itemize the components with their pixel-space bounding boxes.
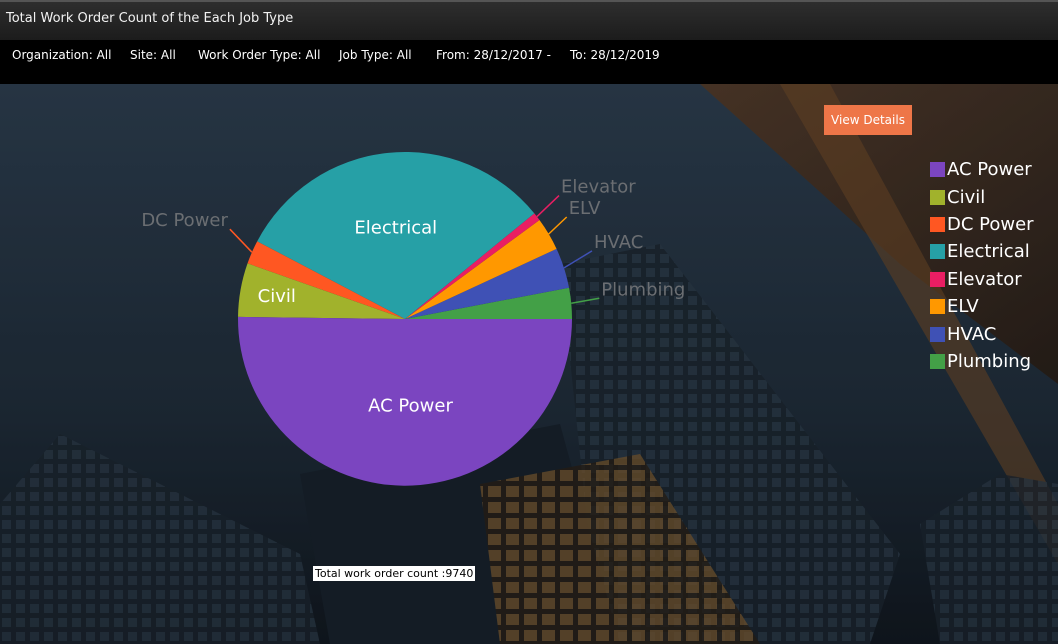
legend-item-dc-power[interactable]: DC Power xyxy=(930,211,1034,238)
slice-label-civil: Civil xyxy=(258,286,296,307)
legend-swatch xyxy=(930,162,945,178)
leader-line-hvac xyxy=(563,250,593,269)
slice-label-ac-power: AC Power xyxy=(368,396,453,417)
legend-item-hvac[interactable]: HVAC xyxy=(930,320,1034,347)
legend-item-elv[interactable]: ELV xyxy=(930,293,1034,320)
legend-swatch xyxy=(930,271,945,287)
slice-label-elv: ELV xyxy=(569,198,601,219)
slice-label-dc-power: DC Power xyxy=(141,210,228,231)
legend-swatch xyxy=(930,216,945,232)
legend-label: Elevator xyxy=(947,268,1022,290)
legend-item-ac-power[interactable]: AC Power xyxy=(930,156,1034,183)
leader-line-elv xyxy=(548,216,568,235)
total-work-order-count: Total work order count :9740 xyxy=(313,566,476,581)
legend-swatch xyxy=(930,299,945,315)
legend-item-plumbing[interactable]: Plumbing xyxy=(930,348,1034,375)
slice-label-hvac: HVAC xyxy=(594,232,643,253)
legend-label: DC Power xyxy=(947,213,1034,235)
slice-label-electrical: Electrical xyxy=(354,218,437,239)
view-details-button[interactable]: View Details xyxy=(824,105,912,135)
slice-label-elevator: Elevator xyxy=(561,177,636,198)
legend-label: ELV xyxy=(947,296,979,318)
legend-label: Civil xyxy=(947,186,986,208)
legend-label: AC Power xyxy=(947,159,1032,181)
slice-label-plumbing: Plumbing xyxy=(601,279,685,300)
legend-item-electrical[interactable]: Electrical xyxy=(930,238,1034,265)
legend-swatch xyxy=(930,189,945,205)
legend-item-civil[interactable]: Civil xyxy=(930,183,1034,210)
leader-line-dc-power xyxy=(229,228,253,253)
legend-item-elevator[interactable]: Elevator xyxy=(930,266,1034,293)
leader-line-elevator xyxy=(536,195,560,218)
leader-line-plumbing xyxy=(571,297,600,305)
legend-swatch xyxy=(930,353,945,369)
legend-swatch xyxy=(930,244,945,260)
legend-label: Electrical xyxy=(947,241,1030,263)
legend-swatch xyxy=(930,326,945,342)
pie-chart: Plumbing HVAC ELVElevator Electrical DC Powe… xyxy=(141,152,685,486)
chart-legend: AC Power Civil DC Power Electrical Elevator E… xyxy=(930,156,1034,375)
legend-label: HVAC xyxy=(947,323,997,345)
legend-label: Plumbing xyxy=(947,350,1032,372)
